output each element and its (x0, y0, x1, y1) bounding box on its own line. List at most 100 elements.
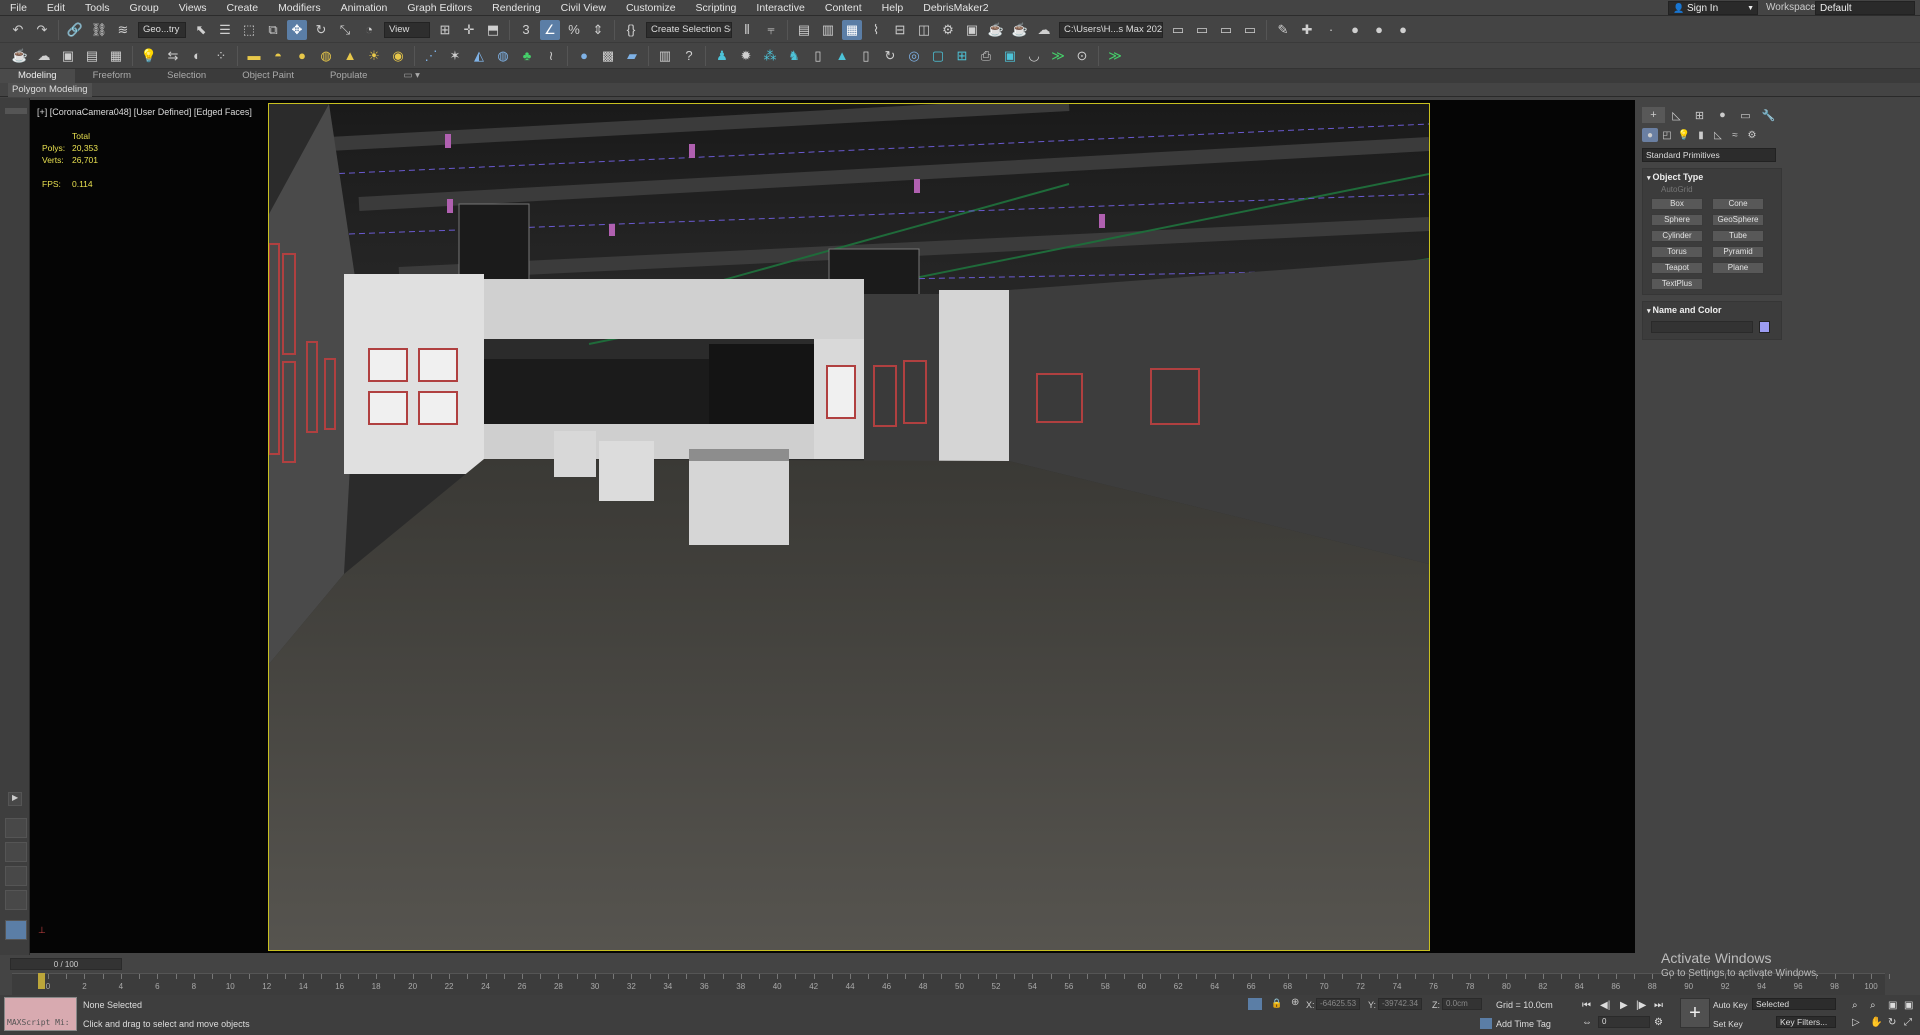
menu-modifiers[interactable]: Modifiers (268, 0, 331, 16)
box-icon[interactable]: ▣ (1000, 46, 1020, 66)
menu-help[interactable]: Help (872, 0, 914, 16)
play-icon[interactable]: ▶ (1620, 1000, 1628, 1011)
layout-3-icon[interactable] (5, 866, 27, 886)
ribbon-tab-object-paint[interactable]: Object Paint (224, 69, 312, 83)
menu-content[interactable]: Content (815, 0, 872, 16)
layout-active-icon[interactable] (5, 920, 27, 940)
render-production-icon[interactable]: ☕ (986, 20, 1006, 40)
render-iterative-icon[interactable]: ☕ (1010, 20, 1030, 40)
schematic-view-icon[interactable]: ⊟ (890, 20, 910, 40)
crosshair-icon[interactable]: ✚ (1297, 20, 1317, 40)
menu-scripting[interactable]: Scripting (686, 0, 747, 16)
next-frame-icon[interactable]: |▶ (1636, 1000, 1646, 1011)
book-icon[interactable]: ▯ (808, 46, 828, 66)
menu-views[interactable]: Views (169, 0, 217, 16)
workspace-select[interactable]: Default (1815, 1, 1915, 15)
help-icon[interactable]: ? (679, 46, 699, 66)
image-icon[interactable]: ▣ (58, 46, 78, 66)
double-chevron-icon[interactable]: ≫ (1048, 46, 1068, 66)
percent-snap-icon[interactable]: % (564, 20, 584, 40)
save-project-icon[interactable]: ▭ (1216, 20, 1236, 40)
menu-create[interactable]: Create (217, 0, 269, 16)
key-filters-button[interactable]: Key Filters... (1776, 1016, 1836, 1028)
decal-icon[interactable]: ◭ (469, 46, 489, 66)
named-selection-dropdown[interactable]: Create Selection Se (646, 21, 732, 38)
maximize-viewport-icon[interactable]: ⤢ (1904, 1017, 1912, 1028)
material-editor-icon[interactable]: ◫ (914, 20, 934, 40)
pan-icon[interactable]: ✋ (1870, 1017, 1882, 1028)
geometry-icon[interactable]: ● (1642, 128, 1658, 142)
menu-debrismaker2[interactable]: DebrisMaker2 (913, 0, 998, 16)
lights-icon[interactable]: 💡 (1676, 128, 1692, 142)
ribbon-tab-modeling[interactable]: Modeling (0, 69, 75, 83)
rotate-tool-icon[interactable]: ↻ (880, 46, 900, 66)
previous-frame-icon[interactable]: ◀| (1600, 1000, 1610, 1011)
select-move-icon[interactable]: ✥ (287, 19, 307, 40)
menu-edit[interactable]: Edit (37, 0, 75, 16)
maxscript-listener[interactable]: MAXScript Mi: (4, 997, 77, 1031)
ies-light-icon[interactable]: ◉ (388, 46, 408, 66)
z-coord-field[interactable]: 0.0cm (1442, 998, 1482, 1010)
ribbon-tab-freeform[interactable]: Freeform (75, 69, 150, 83)
select-object-icon[interactable]: ⬉ (191, 20, 211, 40)
menu-animation[interactable]: Animation (331, 0, 398, 16)
rendered-frame-icon[interactable]: ▣ (962, 20, 982, 40)
time-tag-icon[interactable] (1480, 1018, 1492, 1029)
zoom-extents-all-icon[interactable]: ▣ (1904, 1000, 1913, 1011)
create-geosphere-button[interactable]: GeoSphere (1712, 214, 1764, 226)
window-crossing-icon[interactable]: ⧉ (263, 20, 283, 40)
sun-icon[interactable]: ☀ (364, 46, 384, 66)
light-bulb-icon[interactable]: 💡 (139, 46, 159, 66)
brush-icon[interactable]: ✎ (1273, 20, 1293, 40)
set-key-button[interactable]: Set Key (1713, 1019, 1743, 1029)
project-path-dropdown[interactable]: C:\Users\H...s Max 2020 (1059, 21, 1163, 38)
menu-rendering[interactable]: Rendering (482, 0, 550, 16)
table-icon[interactable]: ▦ (106, 46, 126, 66)
half-sphere-icon[interactable]: ◐ (187, 46, 207, 66)
menu-group[interactable]: Group (120, 0, 169, 16)
circle-toggle-1-icon[interactable]: ● (1345, 20, 1365, 40)
teapot-icon[interactable]: ☕ (10, 46, 30, 66)
anima-icon[interactable]: ♟ (712, 46, 732, 66)
polygon-modeling-panel[interactable]: Polygon Modeling (8, 83, 92, 97)
frame-icon[interactable]: ▢ (928, 46, 948, 66)
perspective-viewport[interactable]: [+] [CoronaCamera048] [User Defined] [Ed… (30, 100, 1635, 953)
grid-frame-icon[interactable]: ⊞ (952, 46, 972, 66)
camera-icon[interactable]: ⎙ (976, 46, 996, 66)
y-coord-field[interactable]: -39742.34 (1378, 998, 1422, 1010)
spacewarps-icon[interactable]: ≈ (1727, 128, 1743, 142)
select-place-icon[interactable]: ◔ (359, 20, 379, 40)
spinner-snap-icon[interactable]: ⇕ (588, 20, 608, 40)
open-project-icon[interactable]: ▭ (1192, 20, 1212, 40)
proxy-icon[interactable]: ⋰ (421, 46, 441, 66)
lock-icon[interactable]: 🔒 (1271, 998, 1282, 1009)
double-chevron-2-icon[interactable]: ≫ (1105, 46, 1125, 66)
project-settings-icon[interactable]: ▭ (1240, 20, 1260, 40)
layer-explorer-icon[interactable]: ▥ (818, 20, 838, 40)
create-textplus-button[interactable]: TextPlus (1651, 278, 1703, 290)
select-manipulate-icon[interactable]: ✛ (459, 20, 479, 40)
expand-icon[interactable]: ▶ (8, 792, 22, 806)
create-sphere-button[interactable]: Sphere (1651, 214, 1703, 226)
scatter-icon[interactable]: ⁘ (211, 46, 231, 66)
motion-tab-icon[interactable]: ● (1711, 107, 1734, 123)
absolute-mode-icon[interactable]: ⊕ (1291, 997, 1299, 1008)
create-teapot-button[interactable]: Teapot (1651, 262, 1703, 274)
plant-icon[interactable]: ♣ (517, 46, 537, 66)
sphere-light-icon[interactable]: ● (292, 46, 312, 66)
project-folder-icon[interactable]: ▭ (1168, 20, 1188, 40)
frame-buffer-icon[interactable]: ▥ (655, 46, 675, 66)
zoom-extents-icon[interactable]: ▣ (1888, 1000, 1897, 1011)
zoom-all-icon[interactable]: ⌕ (1870, 1000, 1876, 1011)
pivot-center-icon[interactable]: ⊞ (435, 20, 455, 40)
shapes-icon[interactable]: ◰ (1659, 128, 1675, 142)
display-tab-icon[interactable]: ▭ (1734, 107, 1757, 123)
eye-icon[interactable]: ◡ (1024, 46, 1044, 66)
orbit-icon[interactable]: ↻ (1888, 1017, 1896, 1028)
render-cloud-icon[interactable]: ☁ (1034, 20, 1054, 40)
viewport-label[interactable]: [+] [CoronaCamera048] [User Defined] [Ed… (37, 107, 252, 117)
create-cylinder-button[interactable]: Cylinder (1651, 230, 1703, 242)
ribbon-tab-populate[interactable]: Populate (312, 69, 386, 83)
dot-icon[interactable]: · (1321, 20, 1341, 40)
collapse-handle[interactable] (5, 108, 27, 114)
